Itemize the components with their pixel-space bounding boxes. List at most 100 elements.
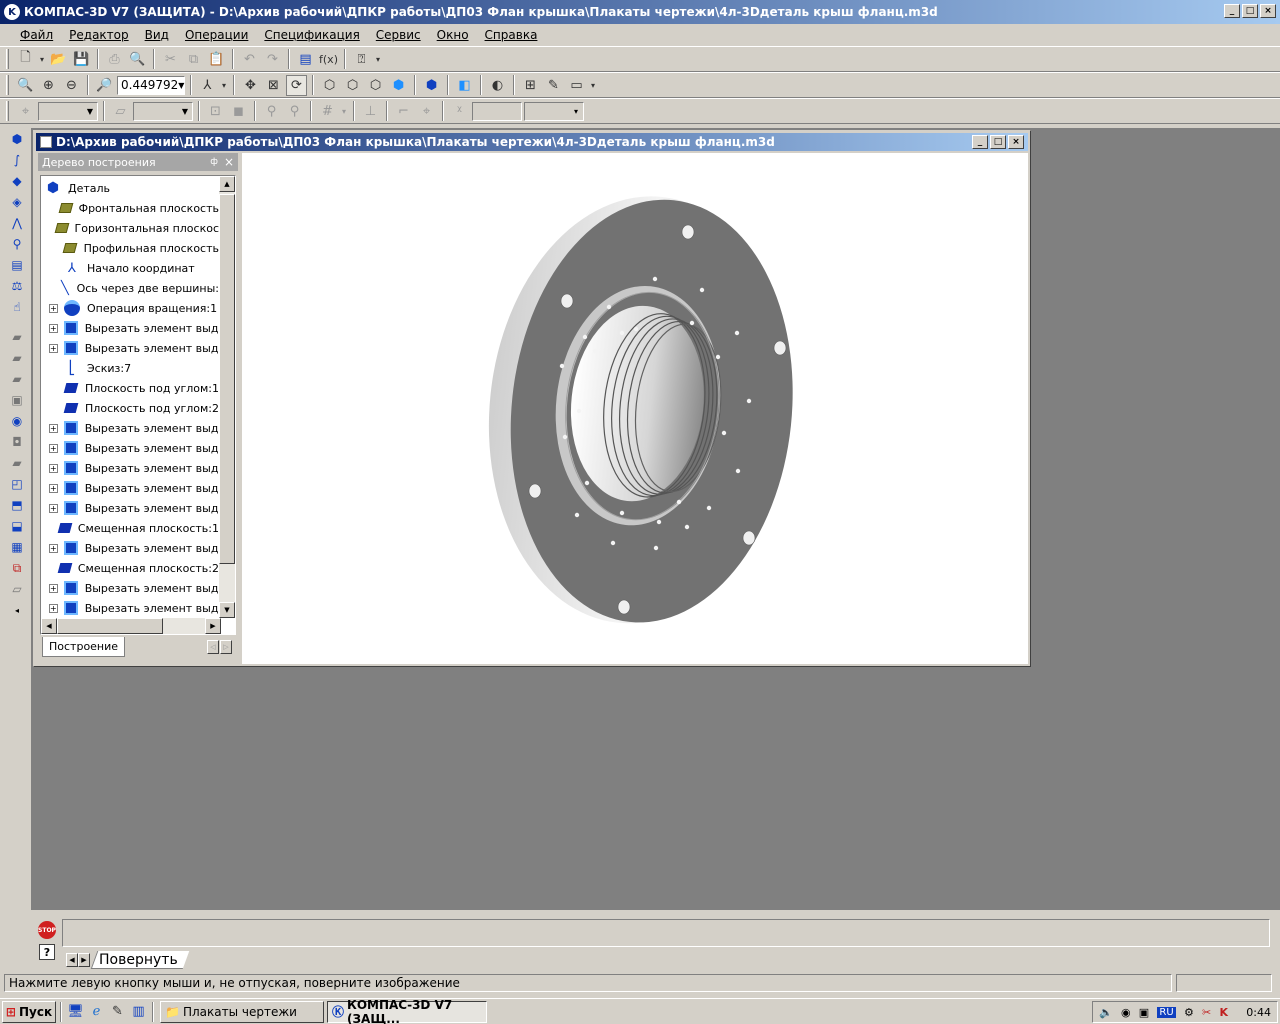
toolbar-grip[interactable] [6, 75, 9, 95]
hidden-lines-icon[interactable]: ⬡ [342, 75, 363, 96]
tray-tool-icon[interactable]: ✂ [1202, 1006, 1211, 1019]
tab-scroll-left-icon[interactable]: ◀ [66, 953, 78, 967]
tree-item[interactable]: Плоскость под углом:1 [41, 378, 219, 398]
thread-icon[interactable]: ▱ [7, 579, 27, 599]
app-title-bar[interactable]: K КОМПАС-3D V7 (ЗАЩИТА) - D:\Архив рабоч… [0, 0, 1280, 24]
perspective-icon[interactable]: ◧ [454, 75, 475, 96]
hscroll-thumb[interactable] [57, 618, 163, 634]
pin-icon[interactable]: ф [210, 157, 218, 167]
dropdown-arrow-icon[interactable]: ▾ [340, 101, 348, 122]
doc-maximize-button[interactable]: □ [990, 135, 1006, 149]
revolve-icon[interactable]: ▰ [7, 348, 27, 368]
cut-icon[interactable]: ✂ [160, 49, 181, 70]
tab-scroll-left-icon[interactable]: ◁ [207, 640, 219, 654]
new-file-icon[interactable]: 🗋 [15, 49, 36, 70]
expand-icon[interactable]: + [49, 483, 58, 493]
tree-item[interactable]: + Вырезать элемент выдав [41, 418, 232, 438]
section-icon[interactable]: ◐ [487, 75, 508, 96]
zoom-scale-icon[interactable]: 🔎 [94, 75, 115, 96]
expand-icon[interactable]: + [49, 463, 58, 473]
shaded-edges-icon[interactable]: ⬢ [421, 75, 442, 96]
filters-icon[interactable]: ⚲ [7, 234, 27, 254]
tree-item[interactable]: + Вырезать элемент выдав [41, 538, 232, 558]
network-icon[interactable]: ▣ [1139, 1006, 1149, 1019]
tree-vertical-scrollbar[interactable]: ▲ ▼ [219, 176, 235, 618]
paste-icon[interactable]: 📋 [206, 49, 227, 70]
snap-icon[interactable]: ⚲ [261, 101, 282, 122]
display-icon[interactable]: ▭ [566, 75, 587, 96]
tree-item[interactable]: + Вырезать элемент выдав [41, 438, 232, 458]
scroll-up-icon[interactable]: ▲ [219, 176, 235, 192]
pan-icon[interactable]: ✥ [240, 75, 261, 96]
specification-icon[interactable]: ▤ [7, 255, 27, 275]
dropdown-arrow-icon[interactable]: ▾ [374, 49, 382, 70]
doc-minimize-button[interactable]: _ [972, 135, 988, 149]
tree-item[interactable]: Профильная плоскость [41, 238, 219, 258]
minimize-button[interactable]: _ [1224, 4, 1240, 18]
snap-local-icon[interactable]: ⚲ [284, 101, 305, 122]
document-title-bar[interactable]: D:\Архив рабочий\ДПКР работы\ДП03 Флан к… [36, 133, 1028, 151]
menu-editor[interactable]: Редактор [61, 28, 136, 42]
tree-item[interactable]: ⅄ Начало координат [41, 258, 219, 278]
cursor-snap-icon[interactable]: ⌖ [416, 101, 437, 122]
expand-icon[interactable]: + [49, 583, 58, 593]
tree-root[interactable]: ⬢ Деталь [41, 178, 219, 198]
print-preview-icon[interactable]: 🔍 [127, 49, 148, 70]
scroll-left-icon[interactable]: ◀ [41, 618, 57, 634]
measure-tool-icon[interactable]: ⚖ [7, 276, 27, 296]
tree-item[interactable]: + Вырезать элемент выдав [41, 338, 232, 358]
properties-area[interactable] [62, 919, 1270, 947]
menu-operations[interactable]: Операции [177, 28, 256, 42]
tree-view[interactable]: ⬢ Деталь Фронтальная плоскость Горизонтальн… [40, 175, 236, 635]
mirror-icon[interactable]: ▦ [7, 537, 27, 557]
properties-icon[interactable]: ☝ [7, 297, 27, 317]
stop-icon[interactable]: STOP [38, 921, 56, 939]
start-button[interactable]: ⊞ Пуск [2, 1000, 56, 1023]
function-icon[interactable]: f(x) [318, 49, 339, 70]
loft-icon[interactable]: ▣ [7, 390, 27, 410]
copy-icon[interactable]: ⧉ [183, 49, 204, 70]
tab-build[interactable]: Построение [42, 637, 126, 657]
tree-item[interactable]: ⎣ Эскиз:7 [41, 358, 219, 378]
tree-item[interactable]: + Вырезать элемент выдав [41, 318, 232, 338]
tree-item[interactable]: ╲ Ось через две вершины: [41, 278, 219, 298]
help-icon[interactable]: ? [39, 944, 55, 960]
wireframe-icon[interactable]: ⬡ [319, 75, 340, 96]
dropdown-arrow-icon[interactable]: ▾ [220, 75, 228, 96]
toolbar-grip[interactable] [6, 101, 9, 121]
kinematic-icon[interactable]: ▰ [7, 369, 27, 389]
close-icon[interactable]: × [224, 155, 234, 169]
expand-icon[interactable]: + [49, 323, 58, 333]
measure-icon[interactable]: ⊞ [520, 75, 541, 96]
local-cs-icon[interactable]: ⊥ [360, 101, 381, 122]
hole-icon[interactable]: ⬒ [7, 495, 27, 515]
array-icon[interactable]: ⬓ [7, 516, 27, 536]
tree-item[interactable]: + Операция вращения:1 [41, 298, 219, 318]
grid-icon[interactable]: # [317, 101, 338, 122]
expand-icon[interactable]: + [49, 443, 58, 453]
dropdown-arrow-icon[interactable]: ▾ [38, 49, 46, 70]
expand-icon[interactable]: + [49, 603, 58, 613]
volume-icon[interactable]: 🔈 [1099, 1006, 1113, 1019]
rib-icon[interactable]: ◰ [7, 474, 27, 494]
cs-combo[interactable]: ▼ [38, 101, 98, 121]
expand-icon[interactable]: + [49, 303, 58, 313]
scroll-right-icon[interactable]: ▶ [205, 618, 221, 634]
tree-item[interactable]: + Вырезать элемент выдав [41, 458, 232, 478]
tree-item[interactable]: Горизонтальная плоскос [41, 218, 219, 238]
hidden-thin-icon[interactable]: ⬡ [365, 75, 386, 96]
solid-icon[interactable]: ◼ [228, 101, 249, 122]
orientation-icon[interactable]: ⅄ [197, 75, 218, 96]
edit-icon[interactable]: ✎ [543, 75, 564, 96]
language-indicator[interactable]: RU [1157, 1006, 1176, 1018]
tray-app-icon[interactable]: ⚙ [1184, 1006, 1194, 1019]
ortho-icon[interactable]: ⌐ [393, 101, 414, 122]
dropdown-arrow-icon[interactable]: ▾ [589, 75, 597, 96]
show-desktop-icon[interactable]: 🖥 [65, 1001, 86, 1022]
menu-window[interactable]: Окно [429, 28, 477, 42]
task-kompas[interactable]: Ⓚ КОМПАС-3D V7 (ЗАЩ... [327, 998, 487, 1024]
menu-service[interactable]: Сервис [368, 28, 429, 42]
coordinate-system-icon[interactable]: ⌖ [15, 101, 36, 122]
edit-part-icon[interactable]: ⬢ [7, 129, 27, 149]
print-icon[interactable]: ⎙ [104, 49, 125, 70]
